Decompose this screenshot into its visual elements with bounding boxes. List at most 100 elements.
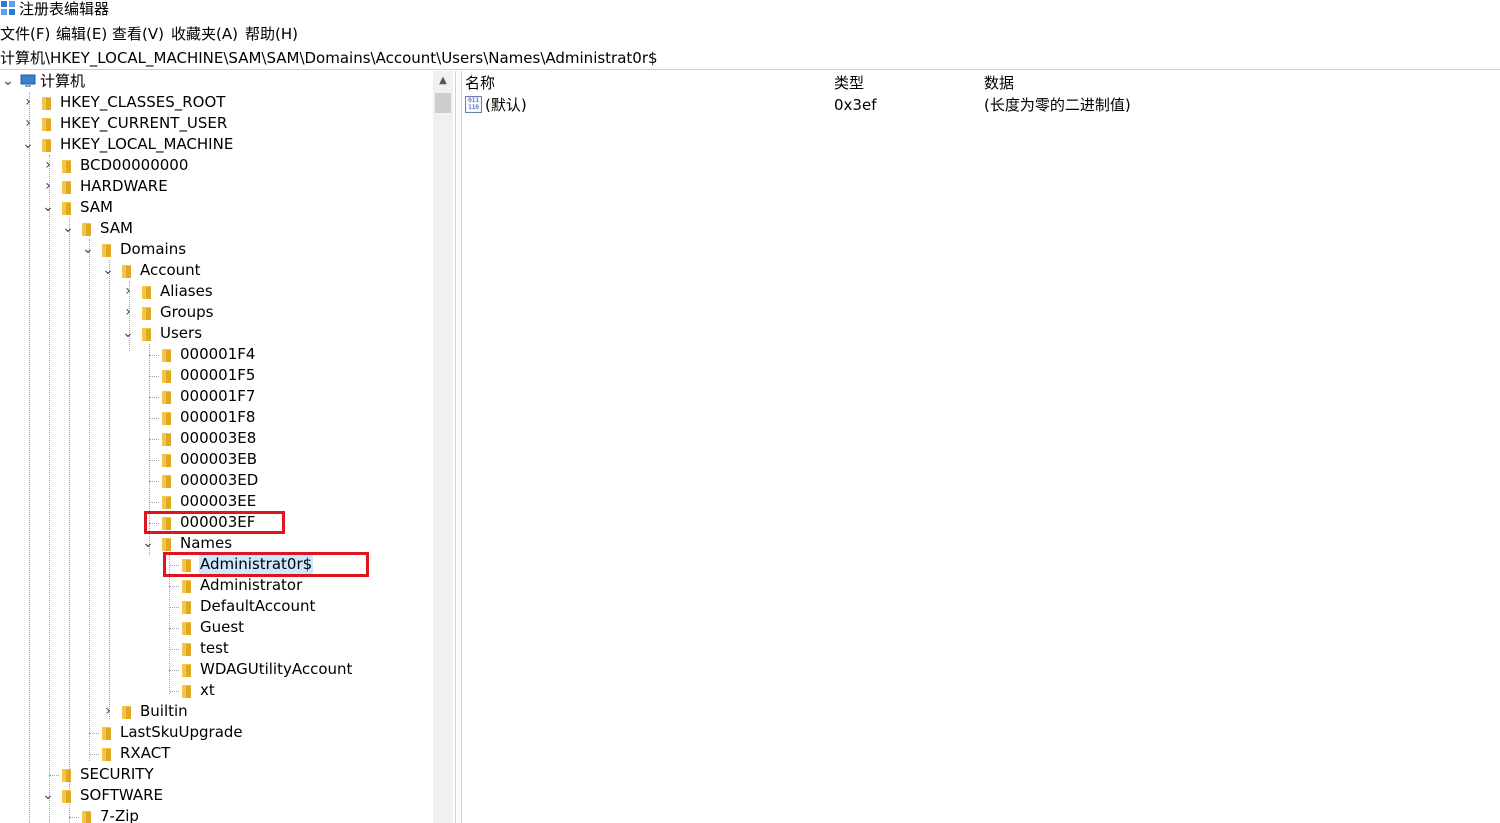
folder-icon — [182, 580, 191, 593]
tree-item-software[interactable]: ⌄ SOFTWARE — [0, 785, 433, 806]
menu-help[interactable]: 帮助(H) — [245, 23, 298, 45]
tree-item-sam[interactable]: ⌄ SAM — [0, 197, 433, 218]
tree-item-computer[interactable]: ⌄ 计算机 — [0, 71, 433, 92]
chevron-right-icon[interactable]: › — [102, 701, 114, 722]
tree-item-name[interactable]: xt — [0, 680, 433, 701]
value-row[interactable]: 011 110 (默认) 0x3ef (长度为零的二进制值) — [461, 94, 1500, 116]
chevron-right-icon[interactable]: › — [122, 302, 134, 323]
tree-item-account[interactable]: ⌄ Account — [0, 260, 433, 281]
tree-label: 000003EE — [180, 492, 257, 510]
tree-item-name[interactable]: test — [0, 638, 433, 659]
chevron-right-icon[interactable]: › — [42, 176, 54, 197]
chevron-down-icon[interactable]: ⌄ — [102, 260, 114, 281]
address-bar[interactable]: 计算机\HKEY_LOCAL_MACHINE\SAM\SAM\Domains\A… — [0, 47, 1500, 70]
folder-icon — [162, 370, 171, 383]
tree-item-builtin[interactable]: › Builtin — [0, 701, 433, 722]
tree-label: 000001F8 — [180, 408, 256, 426]
folder-icon — [162, 349, 171, 362]
folder-icon — [122, 265, 131, 278]
address-path[interactable]: 计算机\HKEY_LOCAL_MACHINE\SAM\SAM\Domains\A… — [0, 48, 658, 68]
folder-icon — [142, 307, 151, 320]
column-header-data[interactable]: 数据 — [984, 73, 1014, 93]
tree-pane[interactable]: ⌄ 计算机 › HKEY_CLASSES_ROOT › HKEY_CURRENT… — [0, 71, 433, 823]
tree-item-name[interactable]: Administrator — [0, 575, 433, 596]
tree-item-rid[interactable]: 000001F8 — [0, 407, 433, 428]
tree-item-rid[interactable]: 000003EB — [0, 449, 433, 470]
menu-edit[interactable]: 编辑(E) — [56, 23, 107, 45]
tree-item-rid[interactable]: 000003ED — [0, 470, 433, 491]
tree-item-name[interactable]: WDAGUtilityAccount — [0, 659, 433, 680]
tree-item-bcd[interactable]: › BCD00000000 — [0, 155, 433, 176]
tree-label: RXACT — [120, 744, 171, 762]
menu-view[interactable]: 查看(V) — [112, 23, 164, 45]
tree-label: Names — [180, 534, 233, 552]
menu-file[interactable]: 文件(F) — [0, 23, 50, 45]
folder-icon — [102, 727, 111, 740]
tree-item-name[interactable]: DefaultAccount — [0, 596, 433, 617]
chevron-down-icon[interactable]: ⌄ — [22, 134, 34, 155]
tree-scrollbar[interactable]: ▲ — [433, 71, 453, 823]
chevron-down-icon[interactable]: ⌄ — [82, 239, 94, 260]
tree-label: 000001F5 — [180, 366, 256, 384]
binary-value-icon: 011 110 — [465, 96, 482, 113]
menu-favorites[interactable]: 收藏夹(A) — [171, 23, 238, 45]
folder-icon — [182, 664, 191, 677]
tree-label: 000001F7 — [180, 387, 256, 405]
tree-label: HKEY_LOCAL_MACHINE — [60, 135, 234, 153]
tree-label: SOFTWARE — [80, 786, 164, 804]
chevron-right-icon[interactable]: › — [22, 113, 34, 134]
column-header-type[interactable]: 类型 — [834, 73, 864, 93]
tree-item-rxact[interactable]: RXACT — [0, 743, 433, 764]
tree-item-rid[interactable]: 000003E8 — [0, 428, 433, 449]
tree-item-domains[interactable]: ⌄ Domains — [0, 239, 433, 260]
tree-item-rid[interactable]: 000001F4 — [0, 344, 433, 365]
chevron-down-icon[interactable]: ⌄ — [42, 785, 54, 806]
tree-item-name[interactable]: Guest — [0, 617, 433, 638]
chevron-down-icon[interactable]: ⌄ — [62, 218, 74, 239]
chevron-down-icon[interactable]: ⌄ — [42, 197, 54, 218]
tree-item-rid[interactable]: 000001F7 — [0, 386, 433, 407]
chevron-down-icon[interactable]: ⌄ — [2, 71, 14, 92]
values-pane[interactable]: 名称 类型 数据 011 110 (默认) 0x3ef (长度为零的二进制值) — [461, 71, 1500, 823]
tree-item-aliases[interactable]: › Aliases — [0, 281, 433, 302]
tree-item-hklm[interactable]: ⌄ HKEY_LOCAL_MACHINE — [0, 134, 433, 155]
tree-item-hkcu[interactable]: › HKEY_CURRENT_USER — [0, 113, 433, 134]
tree-item-rid[interactable]: 000001F5 — [0, 365, 433, 386]
folder-icon — [102, 748, 111, 761]
tree-item-names[interactable]: ⌄ Names — [0, 533, 433, 554]
tree-item-hardware[interactable]: › HARDWARE — [0, 176, 433, 197]
tree-item-security[interactable]: SECURITY — [0, 764, 433, 785]
tree-label: HARDWARE — [80, 177, 168, 195]
folder-icon — [162, 496, 171, 509]
tree-item-lastsku[interactable]: LastSkuUpgrade — [0, 722, 433, 743]
tree-label: SECURITY — [80, 765, 154, 783]
tree-item-sam-inner[interactable]: ⌄ SAM — [0, 218, 433, 239]
tree-item-rid[interactable]: 000003EE — [0, 491, 433, 512]
menu-bar: 文件(F) 编辑(E) 查看(V) 收藏夹(A) 帮助(H) — [0, 23, 1500, 45]
folder-icon — [82, 223, 91, 236]
tree-label: Administrator — [200, 576, 303, 594]
tree-label: SAM — [100, 219, 134, 237]
chevron-down-icon[interactable]: ⌄ — [122, 323, 134, 344]
tree-label: Aliases — [160, 282, 213, 300]
folder-icon — [42, 118, 51, 131]
scroll-thumb[interactable] — [435, 93, 451, 113]
folder-icon — [82, 811, 91, 823]
highlight-box — [163, 552, 369, 577]
tree-label: DefaultAccount — [200, 597, 316, 615]
tree-item-users[interactable]: ⌄ Users — [0, 323, 433, 344]
folder-icon — [62, 769, 71, 782]
chevron-right-icon[interactable]: › — [22, 92, 34, 113]
scroll-up-icon[interactable]: ▲ — [433, 73, 453, 89]
chevron-right-icon[interactable]: › — [42, 155, 54, 176]
column-header-name[interactable]: 名称 — [465, 73, 495, 93]
chevron-right-icon[interactable]: › — [122, 281, 134, 302]
chevron-down-icon[interactable]: ⌄ — [142, 533, 154, 554]
folder-icon — [42, 97, 51, 110]
tree-label: Users — [160, 324, 203, 342]
tree-item-hkcr[interactable]: › HKEY_CLASSES_ROOT — [0, 92, 433, 113]
folder-icon — [182, 643, 191, 656]
tree-item-groups[interactable]: › Groups — [0, 302, 433, 323]
tree-item-7zip[interactable]: 7-Zip — [0, 806, 433, 823]
value-type: 0x3ef — [834, 96, 877, 114]
